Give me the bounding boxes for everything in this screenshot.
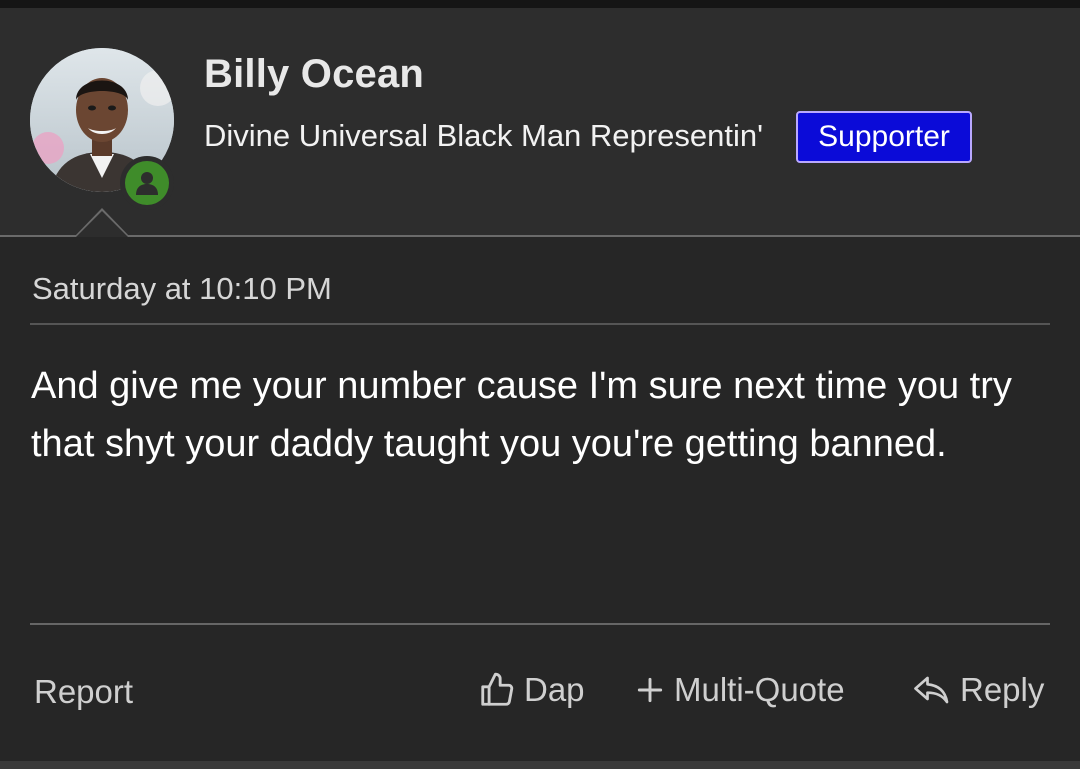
post-body: Saturday at 10:10 PM And give me your nu… <box>0 237 1080 761</box>
reply-label: Reply <box>960 671 1045 708</box>
plus-icon <box>637 677 663 703</box>
post-message: And give me your number cause I'm sure n… <box>31 365 1012 465</box>
post-timestamp-link[interactable]: Saturday at 10:10 PM <box>32 271 332 307</box>
reply-button[interactable]: Reply <box>912 671 1044 709</box>
top-border <box>0 0 1080 8</box>
bottom-border <box>0 761 1080 769</box>
header-arrow-inner <box>76 211 128 237</box>
online-status-indicator <box>125 161 169 205</box>
post-divider <box>30 323 1050 325</box>
online-status-badge <box>120 156 174 210</box>
post-container: Billy Ocean Divine Universal Black Man R… <box>0 0 1080 769</box>
multi-quote-button[interactable]: Multi-Quote <box>634 671 845 709</box>
post-footer-divider <box>30 623 1050 625</box>
user-icon <box>136 172 158 195</box>
username-link[interactable]: Billy Ocean <box>204 52 424 97</box>
user-title: Divine Universal Black Man Representin' <box>204 118 763 153</box>
dap-button[interactable]: Dap <box>478 671 585 709</box>
user-header: Billy Ocean Divine Universal Black Man R… <box>0 8 1080 236</box>
reply-icon <box>914 676 949 704</box>
multi-quote-label: Multi-Quote <box>674 671 845 708</box>
supporter-badge: Supporter <box>796 111 972 163</box>
dap-label: Dap <box>524 671 585 708</box>
thumbs-up-icon <box>481 672 514 706</box>
report-link[interactable]: Report <box>34 673 133 711</box>
